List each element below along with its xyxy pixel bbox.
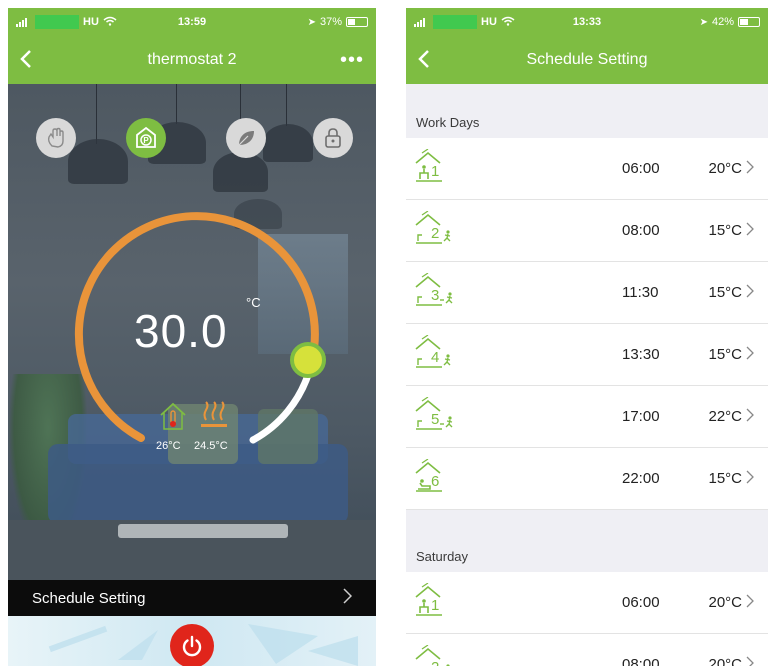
more-button[interactable]: ••• (340, 49, 376, 72)
schedule-period-row[interactable]: 6 22:00 15°C (406, 448, 768, 510)
schedule-list: Work Days 1 06:00 20°C 2 08:00 15°C 3 11:30 15°C 4… (406, 84, 768, 666)
section-header: Saturday (406, 510, 768, 572)
return-icon: 3 (414, 272, 458, 313)
chevron-right-icon (746, 468, 756, 489)
battery-icon (738, 17, 760, 27)
period-temperature: 15°C (708, 222, 742, 239)
svg-text:1: 1 (431, 163, 439, 180)
period-temperature: 22°C (708, 408, 742, 425)
section-title: Saturday (416, 549, 469, 564)
svg-text:3: 3 (431, 287, 439, 304)
svg-text:1: 1 (431, 597, 439, 614)
chevron-right-icon (343, 587, 353, 609)
period-time: 22:00 (622, 470, 660, 487)
temperature-unit: °C (246, 295, 261, 310)
carrier-label: HU (481, 16, 497, 28)
period-temperature: 20°C (708, 594, 742, 611)
period-time: 08:00 (622, 656, 660, 666)
power-button[interactable] (170, 624, 214, 666)
wake-icon: 1 (414, 582, 458, 623)
svg-text:2: 2 (431, 659, 439, 666)
period-temperature: 15°C (708, 346, 742, 363)
nav-bar: thermostat 2 ••• (8, 36, 376, 84)
page-title: Schedule Setting (526, 51, 648, 68)
wake-icon: 1 (414, 148, 458, 189)
dial-knob (290, 342, 326, 378)
period-time: 11:30 (622, 284, 659, 301)
schedule-period-row[interactable]: 5 17:00 22°C (406, 386, 768, 448)
signal-icon (16, 17, 27, 27)
svg-text:5: 5 (431, 411, 439, 428)
period-time: 08:00 (622, 222, 660, 239)
chevron-right-icon (746, 654, 756, 666)
leave-icon: 2 (414, 210, 458, 251)
period-temperature: 15°C (708, 470, 742, 487)
carrier-label: HU (83, 16, 99, 28)
status-bar: HU 13:59 ➤ 37% (8, 8, 376, 36)
wifi-icon (103, 15, 117, 29)
location-icon: ➤ (699, 16, 708, 28)
battery-percent: 42% (711, 16, 734, 28)
power-icon (182, 635, 202, 657)
chevron-right-icon (746, 406, 756, 427)
period-time: 13:30 (622, 346, 660, 363)
period-time: 06:00 (622, 160, 660, 177)
schedule-setting-row[interactable]: Schedule Setting (8, 580, 376, 616)
chevron-right-icon (746, 220, 756, 241)
floor-heating-icon (198, 400, 230, 437)
chevron-left-icon (20, 50, 31, 68)
schedule-screen: HU 13:33 ➤ 42% Schedule Setting Work Day… (406, 8, 768, 666)
battery-percent: 37% (319, 16, 342, 28)
schedule-setting-label: Schedule Setting (32, 589, 146, 607)
svg-text:4: 4 (431, 349, 439, 366)
room-temperature-icon (158, 400, 188, 437)
remaining-arc (249, 368, 313, 444)
chevron-left-icon (418, 50, 429, 68)
chevron-right-icon (746, 592, 756, 613)
status-bar: HU 13:33 ➤ 42% (406, 8, 768, 36)
return-icon: 5 (414, 396, 458, 437)
room-temperature: 26°C (156, 440, 181, 452)
nav-bar: Schedule Setting (406, 36, 768, 84)
battery-icon (346, 17, 368, 27)
location-icon: ➤ (307, 16, 316, 28)
signal-icon (414, 17, 425, 27)
screenshot-composite: HU 13:59 ➤ 37% thermostat 2 ••• P 30.0 °… (0, 0, 768, 666)
period-time: 06:00 (622, 594, 660, 611)
period-temperature: 20°C (708, 656, 742, 666)
leave-icon: 4 (414, 334, 458, 375)
sleep-icon: 6 (414, 458, 458, 499)
section-title: Work Days (416, 115, 480, 130)
schedule-period-row[interactable]: 1 06:00 20°C (406, 572, 768, 634)
period-temperature: 15°C (708, 284, 742, 301)
schedule-period-row[interactable]: 1 06:00 20°C (406, 138, 768, 200)
schedule-period-row[interactable]: 4 13:30 15°C (406, 324, 768, 386)
section-header: Work Days (406, 84, 768, 138)
back-button[interactable] (406, 40, 436, 80)
chevron-right-icon (746, 344, 756, 365)
carrier-indicator (35, 15, 79, 29)
svg-text:6: 6 (431, 473, 439, 490)
chevron-right-icon (746, 282, 756, 303)
svg-text:2: 2 (431, 225, 439, 242)
schedule-period-row[interactable]: 3 11:30 15°C (406, 262, 768, 324)
chevron-right-icon (746, 158, 756, 179)
period-time: 17:00 (622, 408, 660, 425)
carrier-indicator (433, 15, 477, 29)
thermostat-screen: HU 13:59 ➤ 37% thermostat 2 ••• P 30.0 °… (8, 8, 376, 666)
schedule-period-row[interactable]: 2 08:00 20°C (406, 634, 768, 666)
schedule-period-row[interactable]: 2 08:00 15°C (406, 200, 768, 262)
bottom-panel (8, 616, 376, 666)
period-temperature: 20°C (708, 160, 742, 177)
leave-icon: 2 (414, 644, 458, 666)
page-title: thermostat 2 (147, 51, 237, 68)
setpoint-temperature: 30.0 (134, 305, 228, 357)
wifi-icon (501, 15, 515, 29)
floor-temperature: 24.5°C (194, 440, 228, 452)
back-button[interactable] (8, 40, 38, 80)
